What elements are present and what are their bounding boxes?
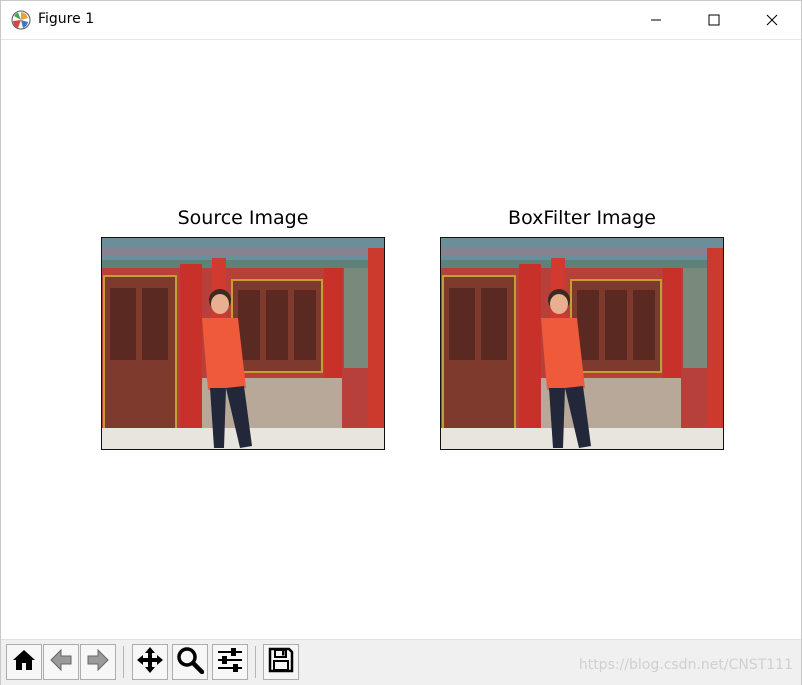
figure-canvas[interactable]: Source Image BoxFilter Image: [1, 41, 801, 639]
boxfilter-image-title: BoxFilter Image: [508, 207, 656, 229]
configure-subplots-icon: [216, 646, 244, 678]
configure-subplots-button[interactable]: [212, 644, 248, 680]
zoom-button[interactable]: [172, 644, 208, 680]
zoom-icon: [176, 646, 205, 678]
minimize-icon: [650, 11, 662, 30]
source-image-title: Source Image: [177, 207, 309, 229]
forward-button[interactable]: [80, 644, 116, 680]
close-button[interactable]: [743, 1, 801, 40]
home-icon: [11, 647, 37, 677]
close-icon: [766, 11, 778, 30]
source-image-photo: [102, 238, 384, 449]
title-bar[interactable]: Figure 1: [1, 1, 801, 40]
watermark-text: https://blog.csdn.net/CNST111: [578, 657, 793, 673]
boxfilter-image-axes[interactable]: [440, 237, 724, 450]
home-button[interactable]: [6, 644, 42, 680]
window-title: Figure 1: [38, 11, 95, 27]
back-arrow-icon: [48, 647, 74, 677]
source-image-axes[interactable]: [101, 237, 385, 450]
boxfilter-image-photo: [441, 238, 723, 449]
forward-arrow-icon: [85, 647, 111, 677]
pan-button[interactable]: [132, 644, 168, 680]
pan-icon: [136, 646, 164, 678]
back-button[interactable]: [43, 644, 79, 680]
matplotlib-icon: [11, 10, 31, 30]
maximize-icon: [708, 11, 720, 30]
maximize-button[interactable]: [685, 1, 743, 40]
minimize-button[interactable]: [627, 1, 685, 40]
toolbar-separator: [255, 646, 256, 678]
figure-window: Figure 1 Source Image BoxFilter Image ht…: [0, 0, 802, 685]
save-button[interactable]: [263, 644, 299, 680]
toolbar-separator: [123, 646, 124, 678]
navigation-toolbar: https://blog.csdn.net/CNST111: [1, 639, 801, 685]
save-icon: [267, 646, 295, 678]
